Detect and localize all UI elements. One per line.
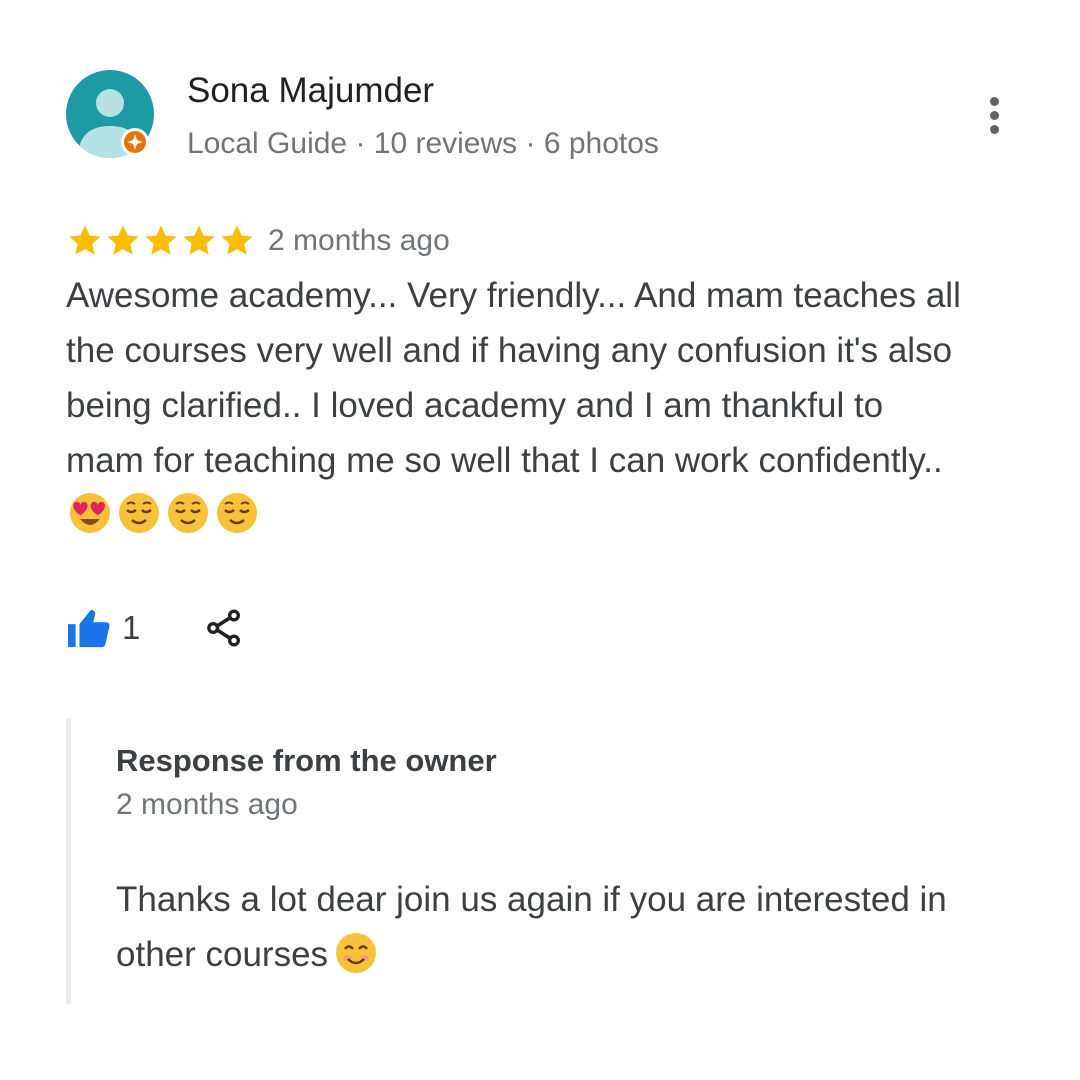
star-icon — [221, 225, 253, 255]
like-button[interactable]: 1 — [66, 603, 140, 653]
share-button[interactable] — [202, 606, 246, 650]
share-icon — [207, 609, 241, 647]
person-avatar-icon — [66, 70, 154, 158]
owner-response-body: Thanks a lot dear join us again if you a… — [116, 880, 947, 974]
more-options-button[interactable] — [972, 88, 1016, 142]
more-vert-icon-dot — [989, 124, 999, 134]
review-text: Awesome academy... Very friendly... And … — [66, 268, 966, 543]
avatar[interactable] — [66, 70, 154, 158]
owner-response-text: Thanks a lot dear join us again if you a… — [116, 872, 1006, 982]
thumbs-up-icon — [68, 609, 110, 648]
owner-response-date: 2 months ago — [116, 788, 298, 821]
star-icon — [183, 225, 215, 255]
relieved-emoji-icon — [217, 493, 257, 533]
review-emojis — [68, 491, 259, 535]
star-icon — [145, 225, 177, 255]
heart-eyes-emoji-icon — [70, 493, 110, 533]
review-body: Awesome academy... Very friendly... And … — [66, 276, 961, 480]
star-icon — [69, 225, 101, 255]
star-rating — [66, 222, 256, 260]
review-date: 2 months ago — [268, 224, 450, 257]
more-vert-icon — [989, 96, 999, 106]
rating-row: 2 months ago — [66, 218, 450, 264]
owner-response-title: Response from the owner — [116, 743, 497, 778]
relieved-emoji-icon — [119, 493, 159, 533]
relieved-emoji-icon — [168, 493, 208, 533]
review-actions: 1 — [66, 603, 246, 653]
owner-response: Response from the owner 2 months ago Tha… — [66, 718, 1011, 1004]
local-guide-badge-icon — [121, 128, 149, 156]
reviewer-meta: Local Guide · 10 reviews · 6 photos — [187, 127, 659, 160]
smiling-emoji — [334, 931, 378, 975]
smiling-face-emoji-icon — [336, 933, 377, 973]
like-count: 1 — [122, 609, 141, 646]
reviewer-name[interactable]: Sona Majumder — [187, 70, 434, 112]
star-icon — [107, 225, 139, 255]
more-vert-icon-dot — [989, 110, 999, 120]
